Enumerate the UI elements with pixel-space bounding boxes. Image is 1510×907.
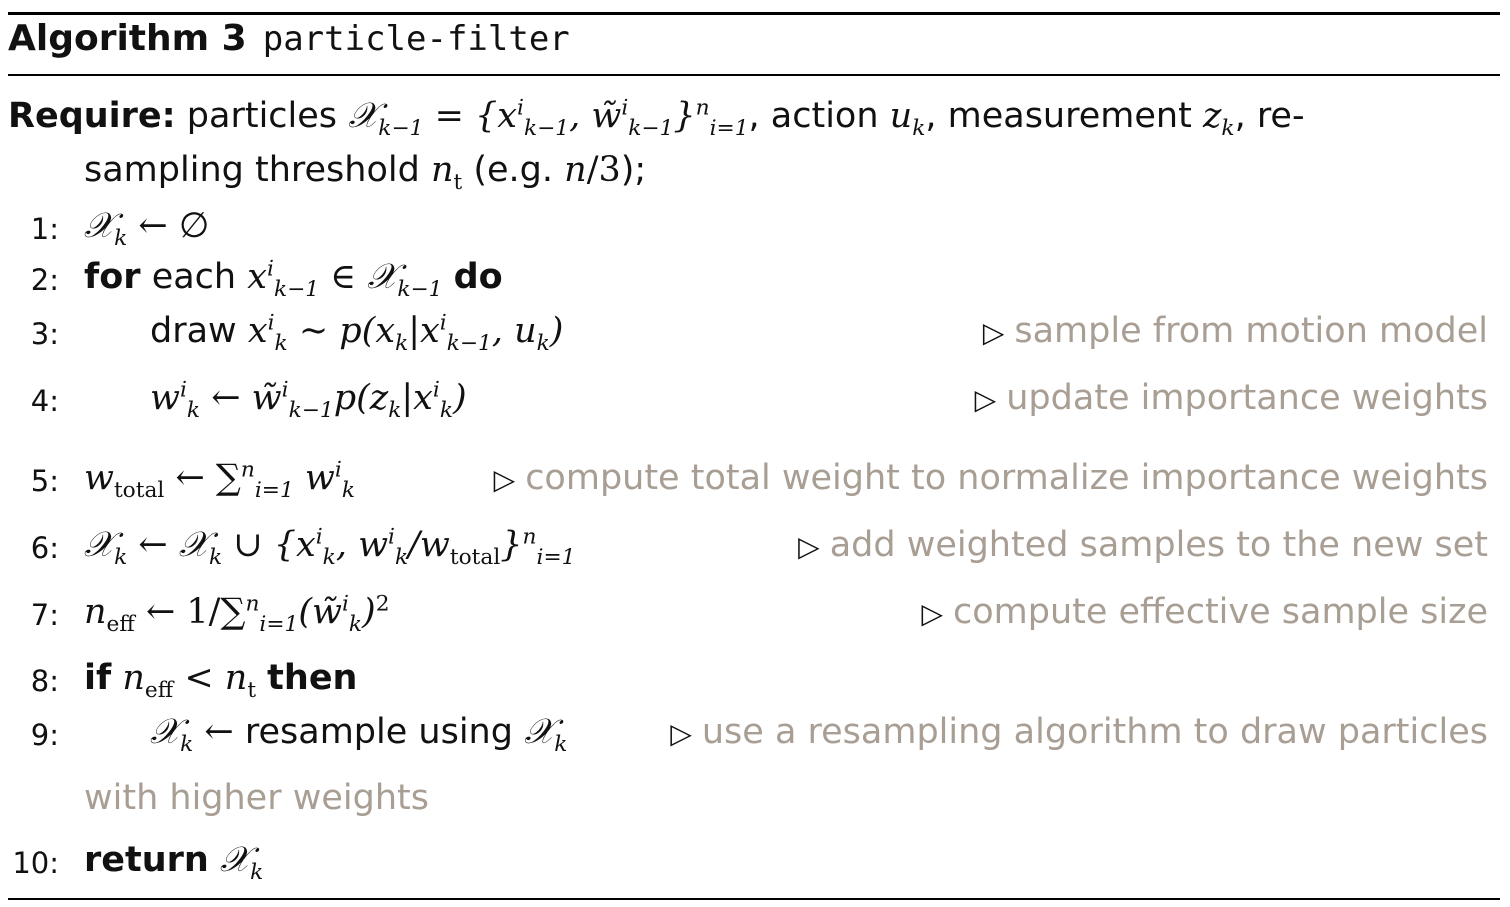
require-text-action: , action	[748, 96, 879, 136]
algorithm-header: Algorithm 3 particle-filter	[8, 18, 570, 70]
header-rule	[8, 74, 1500, 76]
line-5-math: wtotal ← ∑ni=1 wik	[84, 457, 355, 503]
kw-then: then	[267, 658, 358, 698]
line-number: 1:	[30, 212, 59, 246]
line-4-math: wik ← w̃ik−1p(zk|xik)	[150, 377, 467, 423]
algorithm-name: particle-filter	[262, 19, 570, 59]
text-draw: draw	[150, 311, 237, 351]
line-number: 10:	[12, 846, 59, 880]
line-number: 9:	[30, 718, 59, 752]
require-text-threshold: sampling threshold	[84, 150, 420, 190]
line-10-body: return 𝒳k	[84, 840, 264, 885]
line-number: 8:	[30, 664, 59, 698]
line-6-comment: ▷ add weighted samples to the new set	[798, 525, 1488, 565]
line-number: 2:	[30, 263, 59, 297]
kw-do: do	[453, 257, 503, 297]
line-3-comment: ▷ sample from motion model	[982, 311, 1488, 351]
line-9-comment: ▷ use a resampling algorithm to draw part…	[670, 712, 1488, 752]
require-math-particles: 𝒳k−1 = {xik−1, w̃ik−1}ni=1	[348, 95, 749, 141]
require-text-re: , re-	[1234, 96, 1305, 136]
algo-line-2: 2: for each xik−1 ∈ 𝒳k−1 do	[0, 257, 1500, 317]
line-3-body: draw xik ∼ p(xk|xik−1, uk)	[150, 310, 564, 356]
require-math-action: uk	[889, 96, 926, 141]
comment-triangle-icon: ▷	[493, 463, 516, 496]
line-number: 4:	[30, 384, 59, 418]
comment-triangle-icon: ▷	[982, 316, 1005, 349]
require-line-1: Require: particles 𝒳k−1 = {xik−1, w̃ik−1…	[0, 96, 1500, 156]
require-text-end: );	[620, 150, 647, 190]
require-math-nt: nt	[430, 150, 463, 195]
require-keyword: Require:	[8, 96, 176, 136]
text-each: each	[151, 257, 237, 297]
bottom-rule	[8, 898, 1500, 900]
require-math-n3: n/3	[564, 150, 621, 190]
line-9-math-a: 𝒳k ←	[150, 712, 234, 757]
line-3-math: xik ∼ p(xk|xik−1, uk)	[247, 310, 564, 356]
top-rule	[8, 12, 1500, 15]
algo-line-7: 7: neff ← 1/∑ni=1(w̃ik)2 ▷ compute effect…	[0, 592, 1500, 652]
require-text-measurement: , measurement	[925, 96, 1192, 136]
kw-return: return	[84, 840, 209, 880]
require-text-eg: (e.g.	[473, 150, 554, 190]
line-number: 7:	[30, 598, 59, 632]
algo-line-9: 9: 𝒳k ← resample using 𝒳k ▷ use a resampl…	[0, 712, 1500, 772]
line-7-comment: ▷ compute effective sample size	[921, 592, 1488, 632]
text-resample: resample using	[244, 712, 513, 752]
algo-line-5: 5: wtotal ← ∑ni=1 wik ▷ compute total wei…	[0, 458, 1500, 518]
comment-triangle-icon: ▷	[670, 717, 692, 750]
line-8-math: neff < nt	[122, 658, 257, 703]
line-2-math: xik−1 ∈ 𝒳k−1	[247, 256, 443, 302]
algo-line-6: 6: 𝒳k ← 𝒳k ∪ {xik, wik/wtotal}ni=1 ▷ add …	[0, 525, 1500, 585]
algorithm-label: Algorithm 3	[8, 18, 247, 59]
line-7-math: neff ← 1/∑ni=1(w̃ik)2	[84, 591, 390, 637]
line-9-continuation: with higher weights	[0, 778, 1500, 838]
algo-line-3: 3: draw xik ∼ p(xk|xik−1, uk) ▷ sample fr…	[0, 311, 1500, 371]
kw-for: for	[84, 257, 141, 297]
line-1-math: 𝒳k ← ∅	[84, 206, 210, 251]
comment-triangle-icon: ▷	[921, 597, 943, 630]
require-math-measurement: zk	[1202, 96, 1235, 141]
comment-triangle-icon: ▷	[974, 383, 997, 416]
algo-line-4: 4: wik ← w̃ik−1p(zk|xik) ▷ update importa…	[0, 378, 1500, 438]
line-number: 6:	[30, 531, 59, 565]
line-5-comment: ▷ compute total weight to normalize impor…	[493, 458, 1488, 498]
line-number: 3:	[30, 317, 59, 351]
line-9-comment-cont: with higher weights	[84, 778, 429, 818]
line-number: 5:	[30, 464, 59, 498]
kw-if: if	[84, 658, 112, 698]
require-line-2: sampling threshold nt (e.g. n/3);	[0, 150, 1500, 210]
line-2-body: for each xik−1 ∈ 𝒳k−1 do	[84, 256, 503, 302]
line-10-math: 𝒳k	[219, 840, 264, 885]
algo-line-10: 10: return 𝒳k	[0, 840, 1500, 900]
require-continuation: sampling threshold nt (e.g. n/3);	[84, 150, 647, 195]
line-9-math-b: 𝒳k	[524, 712, 568, 757]
require-text-particles: particles	[186, 96, 338, 136]
algo-line-8: 8: if neff < nt then	[0, 658, 1500, 718]
comment-triangle-icon: ▷	[798, 530, 820, 563]
line-9-body: 𝒳k ← resample using 𝒳k	[150, 712, 568, 757]
line-4-comment: ▷ update importance weights	[974, 378, 1488, 418]
line-8-body: if neff < nt then	[84, 658, 358, 703]
line-6-math: 𝒳k ← 𝒳k ∪ {xik, wik/wtotal}ni=1	[84, 524, 576, 570]
